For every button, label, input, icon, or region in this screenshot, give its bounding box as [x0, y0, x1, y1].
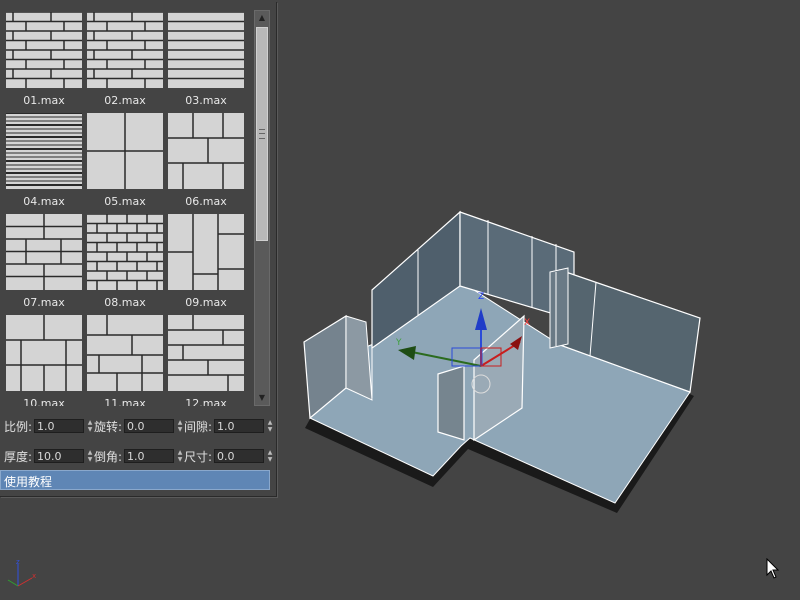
thumbnail-item[interactable]: 02.max: [83, 10, 163, 110]
rotation-input[interactable]: 0.0: [124, 419, 175, 433]
thumbnail-image[interactable]: [87, 315, 163, 391]
gizmo-x-label: X: [524, 318, 531, 328]
thumbnail-item[interactable]: 05.max: [83, 111, 163, 211]
thumbnail-image[interactable]: [6, 12, 82, 88]
chamfer-control: 倒角: 1.0 ▲ ▼: [94, 447, 185, 465]
scale-input[interactable]: 1.0: [34, 419, 85, 433]
thumbnail-item[interactable]: 07.max: [2, 212, 82, 312]
thumbnail-item[interactable]: 08.max: [83, 212, 163, 312]
thumbnail-image[interactable]: [6, 315, 82, 391]
thumbnail-item[interactable]: 06.max: [164, 111, 244, 211]
thumbnail-label: 10.max: [23, 397, 65, 406]
thumbnail-item[interactable]: 09.max: [164, 212, 244, 312]
size-input[interactable]: 0.0: [214, 449, 265, 463]
gap-control: 间隙: 1.0 ▲ ▼: [184, 417, 275, 435]
thumbnail-label: 01.max: [23, 94, 65, 107]
thumbnail-grid: 01.max 02.max 03.max 04.max 05.max 06.max 07.m…: [0, 8, 252, 406]
gap-spinner-arrows[interactable]: ▲ ▼: [265, 419, 275, 433]
thumbnail-image[interactable]: [168, 315, 244, 391]
chamfer-input[interactable]: 1.0: [124, 449, 175, 463]
thumbnail-label: 12.max: [185, 397, 227, 406]
thumbnail-label: 09.max: [185, 296, 227, 309]
scale-label: 比例:: [4, 419, 33, 434]
tile-library-panel: 01.max 02.max 03.max 04.max 05.max 06.max 07.m…: [0, 2, 277, 497]
thumbnail-item[interactable]: 01.max: [2, 10, 82, 110]
thumbnail-label: 07.max: [23, 296, 65, 309]
thumbnail-item[interactable]: 10.max: [2, 313, 82, 406]
thumbnail-label: 05.max: [104, 195, 146, 208]
thumbnail-image[interactable]: [168, 214, 244, 290]
thumbnail-image[interactable]: [87, 12, 163, 88]
mouse-cursor-icon: [766, 558, 780, 579]
thumbnail-item[interactable]: 12.max: [164, 313, 244, 406]
axis-tripod-icon: z x: [7, 558, 36, 587]
tutorial-label: 使用教程: [4, 475, 53, 489]
scroll-down-icon[interactable]: ▼: [255, 391, 269, 405]
rotation-label: 旋转:: [94, 419, 123, 434]
svg-text:x: x: [32, 572, 36, 580]
size-label: 尺寸:: [184, 449, 213, 464]
size-spinner-arrows[interactable]: ▲ ▼: [265, 449, 275, 463]
thumbnail-item[interactable]: 04.max: [2, 111, 82, 211]
scale-control: 比例: 1.0 ▲ ▼: [4, 417, 95, 435]
thumbnail-item[interactable]: 03.max: [164, 10, 244, 110]
thumbnail-label: 11.max: [104, 397, 146, 406]
thumbnail-image[interactable]: [6, 214, 82, 290]
gizmo-z-label: Z: [478, 292, 485, 302]
thumbnail-image[interactable]: [6, 113, 82, 189]
thumbnail-image[interactable]: [87, 113, 163, 189]
thumbnail-label: 03.max: [185, 94, 227, 107]
thumbnail-item[interactable]: 11.max: [83, 313, 163, 406]
thumbnail-label: 02.max: [104, 94, 146, 107]
rotation-control: 旋转: 0.0 ▲ ▼: [94, 417, 185, 435]
size-control: 尺寸: 0.0 ▲ ▼: [184, 447, 275, 465]
tutorial-button[interactable]: 使用教程: [0, 470, 270, 490]
scroll-up-icon[interactable]: ▲: [255, 11, 269, 25]
gap-label: 间隙:: [184, 419, 213, 434]
gizmo-y-label: Y: [396, 338, 402, 348]
thickness-label: 厚度:: [4, 449, 33, 464]
thickness-input[interactable]: 10.0: [34, 449, 85, 463]
thickness-control: 厚度: 10.0 ▲ ▼: [4, 447, 95, 465]
thumbnail-scrollbar[interactable]: ▲ ▼: [254, 10, 270, 406]
scroll-thumb[interactable]: [256, 27, 268, 241]
chamfer-label: 倒角:: [94, 449, 123, 464]
thumbnail-label: 08.max: [104, 296, 146, 309]
thumbnail-image[interactable]: [168, 113, 244, 189]
wall-partition-left: [437, 365, 465, 441]
thumbnail-image[interactable]: [87, 214, 163, 290]
svg-text:z: z: [16, 558, 20, 566]
gap-input[interactable]: 1.0: [214, 419, 265, 433]
thumbnail-image[interactable]: [168, 12, 244, 88]
thumbnail-label: 06.max: [185, 195, 227, 208]
thumbnail-label: 04.max: [23, 195, 65, 208]
